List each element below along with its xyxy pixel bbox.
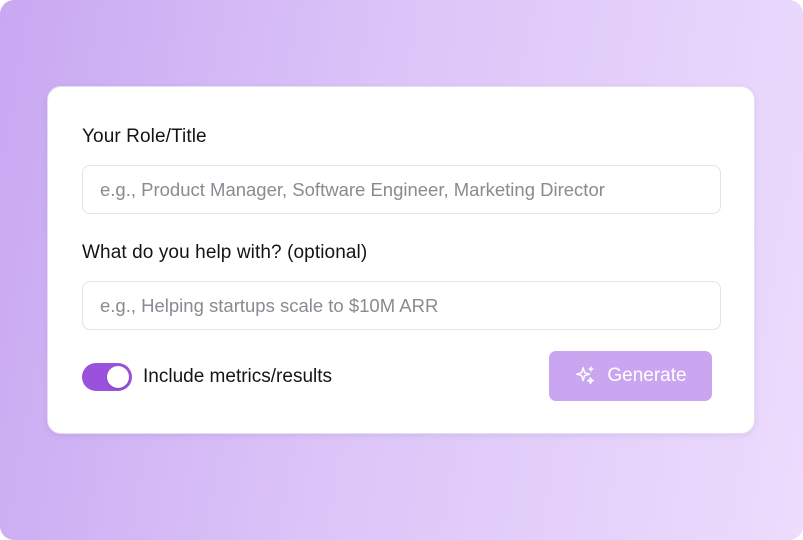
metrics-toggle-label: Include metrics/results [143, 366, 333, 387]
generator-form-card: Your Role/Title What do you help with? (… [47, 86, 755, 434]
generate-button-label: Generate [607, 365, 687, 386]
toggle-knob [107, 366, 129, 388]
role-title-input[interactable] [82, 165, 721, 214]
help-with-input[interactable] [82, 281, 721, 330]
sparkles-icon [576, 366, 595, 385]
help-with-label: What do you help with? (optional) [82, 242, 368, 263]
generate-button[interactable]: Generate [549, 351, 712, 401]
role-title-label: Your Role/Title [82, 126, 207, 147]
metrics-toggle-row: Include metrics/results [82, 363, 332, 391]
metrics-toggle[interactable] [82, 363, 132, 391]
